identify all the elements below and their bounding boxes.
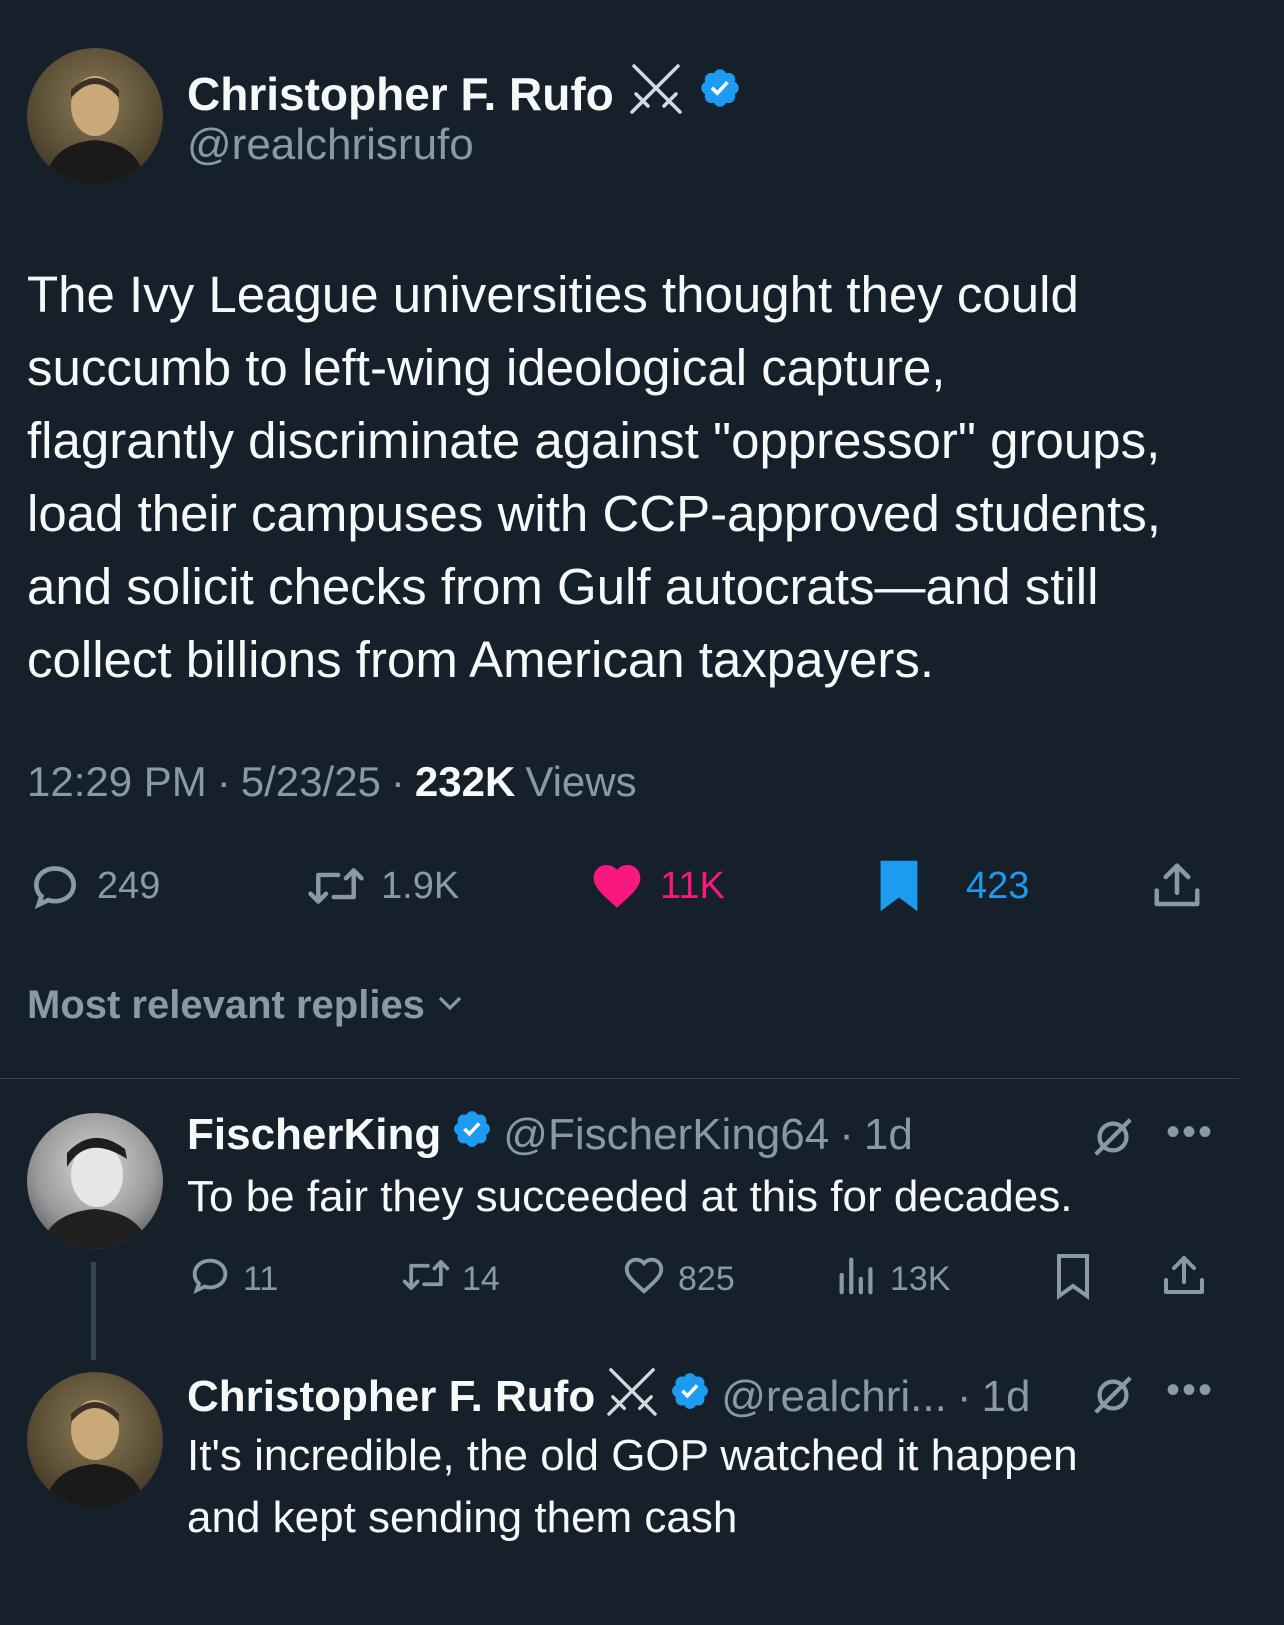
reply-avatar[interactable] [27,1113,163,1249]
tweet-date[interactable]: 5/23/25 [241,758,381,806]
retweet-button[interactable]: 1.9K [305,858,459,914]
reply-author-name[interactable]: Christopher F. Rufo [187,1372,595,1422]
bookmark-button[interactable]: 423 [876,858,1029,914]
chevron-down-icon [433,983,467,1028]
views-count: 13K [890,1260,951,1298]
reply-avatar[interactable] [27,1372,163,1508]
reply-text: It's incredible, the old GOP watched it … [187,1425,1237,1549]
share-icon [1150,863,1204,918]
crossed-swords-icon [605,1366,659,1427]
reply-thread-line [91,1262,96,1360]
reply-text-line: It's incredible, the old GOP watched it … [187,1431,1078,1480]
verified-badge-icon [669,1370,711,1423]
reply-icon [187,1252,233,1307]
like-button[interactable]: 11K [588,858,725,914]
retweet-count: 14 [462,1260,500,1298]
author-avatar[interactable] [27,48,163,184]
author-name[interactable]: Christopher F. Rufo [187,62,742,125]
tweet-text-line: load their campuses with CCP-approved st… [27,485,1161,542]
reply-author-name[interactable]: FischerKing [187,1110,441,1160]
bookmark-icon [1052,1254,1094,1304]
bookmark-filled-icon [876,858,922,914]
share-button[interactable] [1150,858,1204,919]
author-handle[interactable]: @realchrisrufo [187,120,474,170]
analytics-icon [834,1252,880,1307]
views-count: 232K [414,758,516,805]
share-button[interactable] [1160,1252,1208,1305]
bookmark-button[interactable] [1052,1252,1094,1305]
retweet-icon [400,1252,452,1307]
grok-icon[interactable] [1090,1114,1136,1165]
section-divider [0,1078,1239,1079]
verified-badge-icon [451,1108,493,1161]
tweet-text-line: The Ivy League universities thought they… [27,266,1079,323]
crossed-swords-icon [628,62,684,125]
verified-badge-icon [698,66,742,121]
retweet-button[interactable]: 14 [400,1252,500,1307]
retweet-count: 1.9K [381,864,460,907]
reply-text: To be fair they succeeded at this for de… [187,1172,1073,1221]
replies-sort-button[interactable]: Most relevant replies [27,983,467,1028]
reply-count: 249 [97,864,161,907]
reply-time[interactable]: 1d [864,1110,913,1160]
meta-separator: · [956,1371,972,1421]
reply-button[interactable]: 249 [27,858,160,914]
reply-count: 11 [243,1260,279,1298]
meta-separator: · [390,758,405,805]
reply-handle[interactable]: @FischerKing64 [503,1110,829,1160]
heart-filled-icon [588,858,646,914]
like-count: 11K [660,864,725,907]
reply-handle[interactable]: @realchri... [721,1372,947,1422]
grok-icon[interactable] [1090,1372,1136,1423]
reply-header: Christopher F. Rufo @realchri... · 1d [187,1366,1030,1427]
more-options-icon[interactable]: ••• [1166,1368,1214,1413]
tweet-text-line: and solicit checks from Gulf autocrats—a… [27,558,1099,615]
reply-icon [27,858,83,914]
like-button[interactable]: 825 [620,1252,735,1307]
views-label: Views [525,758,637,805]
reply-header: FischerKing @FischerKing64 · 1d [187,1108,913,1161]
tweet-meta: 12:29 PM · 5/23/25 · 232K Views [27,758,637,806]
replies-sort-label: Most relevant replies [27,983,425,1027]
retweet-icon [305,858,367,914]
reply-button[interactable]: 11 [187,1252,278,1307]
heart-icon [620,1252,668,1307]
like-count: 825 [678,1260,735,1298]
bookmark-count: 423 [966,864,1030,907]
tweet-text-line: succumb to left-wing ideological capture… [27,339,946,396]
more-options-icon[interactable]: ••• [1166,1110,1214,1155]
meta-separator: · [839,1109,854,1159]
views-button[interactable]: 13K [834,1252,951,1307]
tweet-time[interactable]: 12:29 PM [27,758,207,806]
share-icon [1160,1256,1208,1304]
reply-time[interactable]: 1d [981,1372,1030,1422]
tweet-text-line: flagrantly discriminate against "oppress… [27,412,1161,469]
tweet-text: The Ivy League universities thought they… [27,258,1257,696]
reply-text-line: and kept sending them cash [187,1493,738,1542]
tweet-text-line: collect billions from American taxpayers… [27,631,935,688]
meta-separator: · [216,758,231,805]
